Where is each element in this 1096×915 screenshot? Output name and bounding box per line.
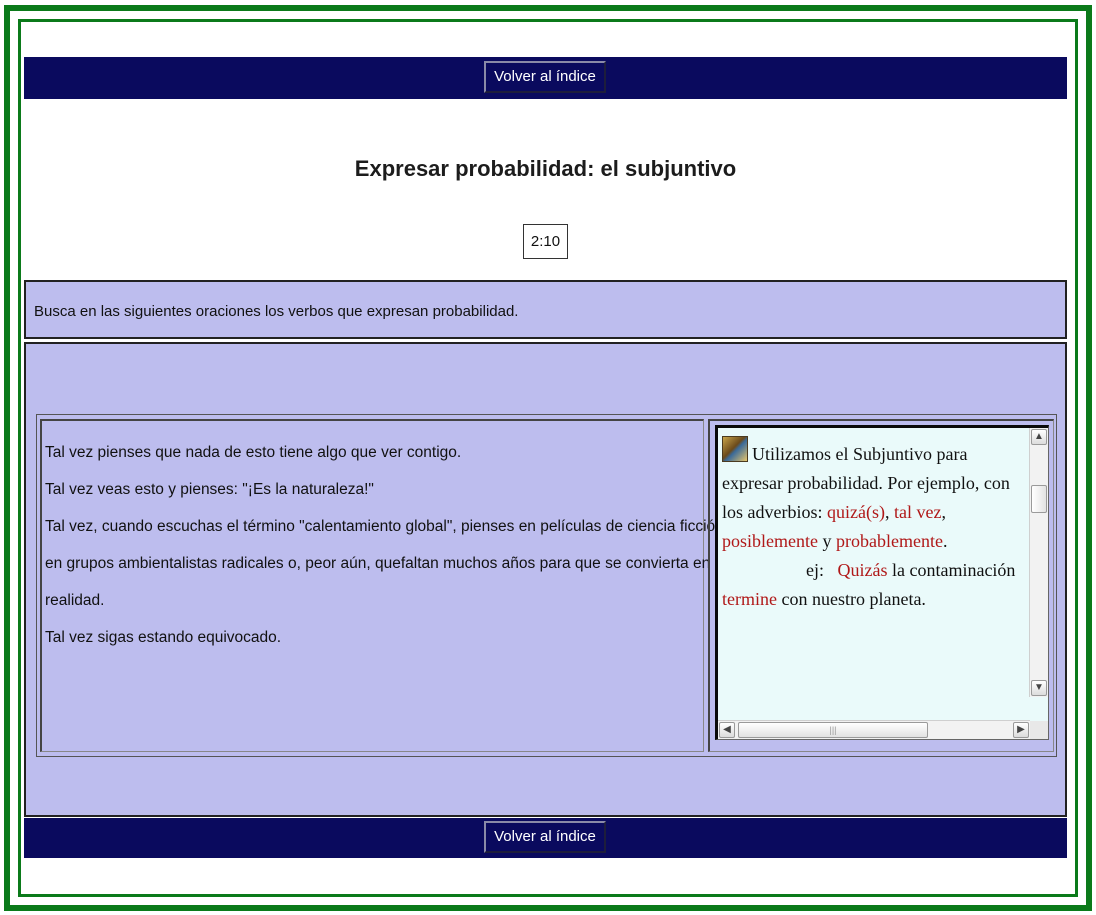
sentences-cell: Tal vez pienses que nada de esto tiene a… <box>40 419 728 752</box>
vertical-scrollbar[interactable]: ▲ ▼ <box>1029 428 1048 697</box>
exercise-panel: Tal vez pienses que nada de esto tiene a… <box>24 342 1067 817</box>
sentence-4[interactable]: en grupos ambientalistas radicales o, pe… <box>45 554 710 574</box>
instruction-panel: Busca en las siguientes oraciones los ve… <box>24 280 1067 339</box>
scrollbar-corner <box>1030 721 1048 739</box>
adverb-probablemente: probablemente <box>835 531 943 551</box>
sentence-2[interactable]: Tal vez veas esto y pienses: "¡Es la nat… <box>45 480 703 500</box>
scroll-right-icon[interactable]: ▶ <box>1013 722 1029 738</box>
adverb-posiblemente: posiblemente <box>722 531 818 551</box>
countdown-timer: 2:10 <box>523 224 568 259</box>
vertical-scroll-thumb[interactable] <box>1031 485 1047 513</box>
adverb-tal-vez: tal vez <box>893 502 942 522</box>
scroll-left-icon[interactable]: ◀ <box>719 722 735 738</box>
adverb-quizas: quizá(s) <box>827 502 885 522</box>
instruction-text: Busca en las siguientes oraciones los ve… <box>34 303 519 320</box>
example-word-quizas: Quizás <box>837 560 888 580</box>
scroll-up-icon[interactable]: ▲ <box>1031 429 1047 445</box>
back-to-index-button-top[interactable]: Volver al índice <box>484 61 606 93</box>
scroll-down-icon[interactable]: ▼ <box>1031 680 1047 696</box>
exercise-table: Tal vez pienses que nada de esto tiene a… <box>36 414 1057 757</box>
info-icon <box>722 436 748 462</box>
back-to-index-button-bottom[interactable]: Volver al índice <box>484 821 606 853</box>
horizontal-scrollbar[interactable]: ◀ ||| ▶ <box>718 720 1030 739</box>
sentence-6[interactable]: Tal vez sigas estando equivocado. <box>45 628 703 648</box>
sentence-1[interactable]: Tal vez pienses que nada de esto tiene a… <box>45 443 703 463</box>
page-title: Expresar probabilidad: el subjuntivo <box>354 156 737 181</box>
explanation-scroll-box[interactable]: Utilizamos el Subjuntivo para expresar p… <box>715 425 1049 740</box>
sentence-5[interactable]: realidad. <box>45 591 703 611</box>
bottom-nav-bar: Volver al índice <box>24 818 1067 858</box>
top-nav-bar: Volver al índice <box>24 57 1067 99</box>
example-label: ej: <box>806 560 824 580</box>
horizontal-scroll-thumb[interactable]: ||| <box>738 722 928 738</box>
explanation-text: Utilizamos el Subjuntivo para expresar p… <box>718 428 1030 698</box>
example-word-termine: termine <box>722 589 777 609</box>
explanation-cell: Utilizamos el Subjuntivo para expresar p… <box>708 419 1054 752</box>
sentence-3[interactable]: Tal vez, cuando escuchas el término "cal… <box>45 517 728 537</box>
